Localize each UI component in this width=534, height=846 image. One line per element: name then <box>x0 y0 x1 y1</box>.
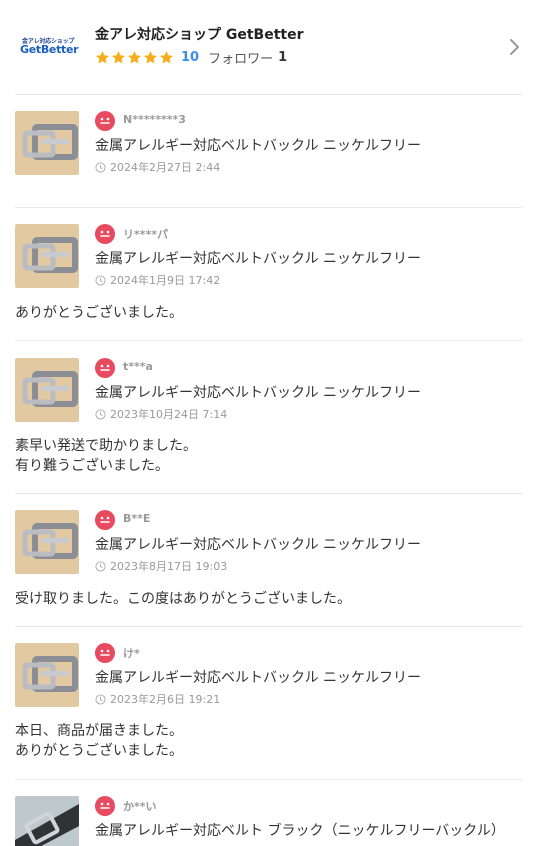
divider <box>15 493 522 494</box>
review-date-row: 2023年2月6日 19:21 <box>95 692 220 706</box>
smiley-face-icon <box>95 510 115 530</box>
review-date-row: 2023年10月24日 7:14 <box>95 407 227 421</box>
divider <box>15 207 522 208</box>
reviewer-name: か**い <box>123 800 157 813</box>
star-icon <box>112 50 125 63</box>
reviewer-name: B**E <box>123 512 151 525</box>
product-thumbnail[interactable] <box>15 358 79 422</box>
divider <box>15 340 522 341</box>
product-thumbnail[interactable] <box>15 224 79 288</box>
review-comment: 受け取りました。この度はありがとうございました。 <box>15 591 351 607</box>
product-name[interactable]: 金属アレルギー対応ベルトバックル ニッケルフリー <box>95 382 421 402</box>
product-thumbnail[interactable] <box>15 510 79 574</box>
product-thumbnail[interactable] <box>15 796 79 846</box>
review-comment: ありがとうございました。 <box>15 305 183 321</box>
product-name[interactable]: 金属アレルギー対応ベルト ブラック（ニッケルフリーバックル） <box>95 820 505 840</box>
star-icon <box>128 50 141 63</box>
product-name[interactable]: 金属アレルギー対応ベルトバックル ニッケルフリー <box>95 667 421 687</box>
shop-header[interactable]: 金アレ対応ショップ GetBetter 金アレ対応ショップ GetBetter … <box>0 0 534 94</box>
rating-stars <box>95 50 175 65</box>
product-name[interactable]: 金属アレルギー対応ベルトバックル ニッケルフリー <box>95 248 421 268</box>
review-comment: 本日、商品が届きました。 ありがとうございました。 <box>15 723 183 759</box>
shop-name[interactable]: 金アレ対応ショップ GetBetter <box>95 24 304 44</box>
clock-icon <box>95 408 106 420</box>
smiley-face-icon <box>95 643 115 663</box>
clock-icon <box>95 693 106 705</box>
reviewer-name: リ****パ <box>123 228 169 241</box>
smiley-face-icon <box>95 111 115 131</box>
follower-count: 1 <box>278 49 288 65</box>
review-date-row: 2023年8月17日 19:03 <box>95 559 227 573</box>
review-date-row: 2024年1月9日 17:42 <box>95 273 220 287</box>
divider <box>15 779 522 780</box>
product-name[interactable]: 金属アレルギー対応ベルトバックル ニッケルフリー <box>95 135 421 155</box>
star-icon <box>144 50 157 63</box>
smiley-face-icon <box>95 224 115 244</box>
review-date: 2024年1月9日 17:42 <box>110 274 221 287</box>
star-icon <box>96 50 109 63</box>
clock-icon <box>95 161 106 173</box>
review-comment: 素早い発送で助かりました。 有り難うございました。 <box>15 438 197 474</box>
shop-rating-row: 10 フォロワー 1 <box>95 48 288 67</box>
shop-logo: 金アレ対応ショップ GetBetter <box>18 36 79 58</box>
follower-label: フォロワー <box>208 51 274 67</box>
reviewer-name: け* <box>123 647 140 660</box>
divider <box>15 94 522 95</box>
shop-logo-line2: GetBetter <box>20 43 79 56</box>
rating-count[interactable]: 10 <box>181 50 199 65</box>
divider <box>15 626 522 627</box>
chevron-right-icon[interactable] <box>502 33 526 61</box>
star-icon <box>160 50 173 63</box>
smiley-face-icon <box>95 796 115 816</box>
review-date-row: 2024年2月27日 2:44 <box>95 160 220 174</box>
product-name[interactable]: 金属アレルギー対応ベルトバックル ニッケルフリー <box>95 534 421 554</box>
review-date: 2023年10月24日 7:14 <box>110 408 228 421</box>
smiley-face-icon <box>95 358 115 378</box>
review-date: 2023年8月17日 19:03 <box>110 560 228 573</box>
review-date: 2024年2月27日 2:44 <box>110 161 221 174</box>
product-thumbnail[interactable] <box>15 643 79 707</box>
review-date: 2023年2月6日 19:21 <box>110 693 221 706</box>
reviewer-name: N********3 <box>123 113 186 126</box>
clock-icon <box>95 274 106 286</box>
reviewer-name: t***a <box>123 360 153 373</box>
clock-icon <box>95 560 106 572</box>
product-thumbnail[interactable] <box>15 111 79 175</box>
